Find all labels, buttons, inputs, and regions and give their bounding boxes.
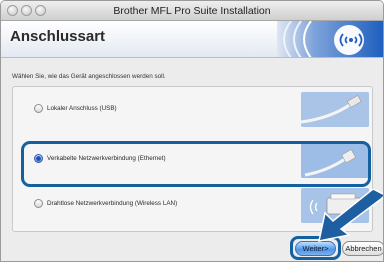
brother-wireless-logo-icon — [277, 21, 383, 57]
radio-wireless[interactable] — [34, 199, 43, 208]
usb-cable-icon — [301, 92, 369, 127]
window-title: Brother MFL Pro Suite Installation — [113, 5, 271, 17]
installer-window: Brother MFL Pro Suite Installation Ansch… — [0, 0, 384, 262]
page-title: Anschlussart — [10, 28, 106, 45]
page-header: Anschlussart — [1, 21, 383, 58]
title-bar: Brother MFL Pro Suite Installation — [1, 1, 383, 21]
option-label-usb: Lokaler Anschluss (USB) — [47, 105, 117, 112]
option-usb[interactable]: Lokaler Anschluss (USB) — [13, 90, 374, 130]
radio-usb[interactable] — [34, 104, 43, 113]
option-label-wireless: Drahtlose Netzwerkverbindung (Wireless L… — [47, 200, 178, 207]
selection-highlight — [21, 141, 371, 187]
instruction-text: Wählen Sie, wie das Gerät angeschlossen … — [12, 73, 166, 80]
pointer-arrow-icon — [318, 189, 383, 242]
